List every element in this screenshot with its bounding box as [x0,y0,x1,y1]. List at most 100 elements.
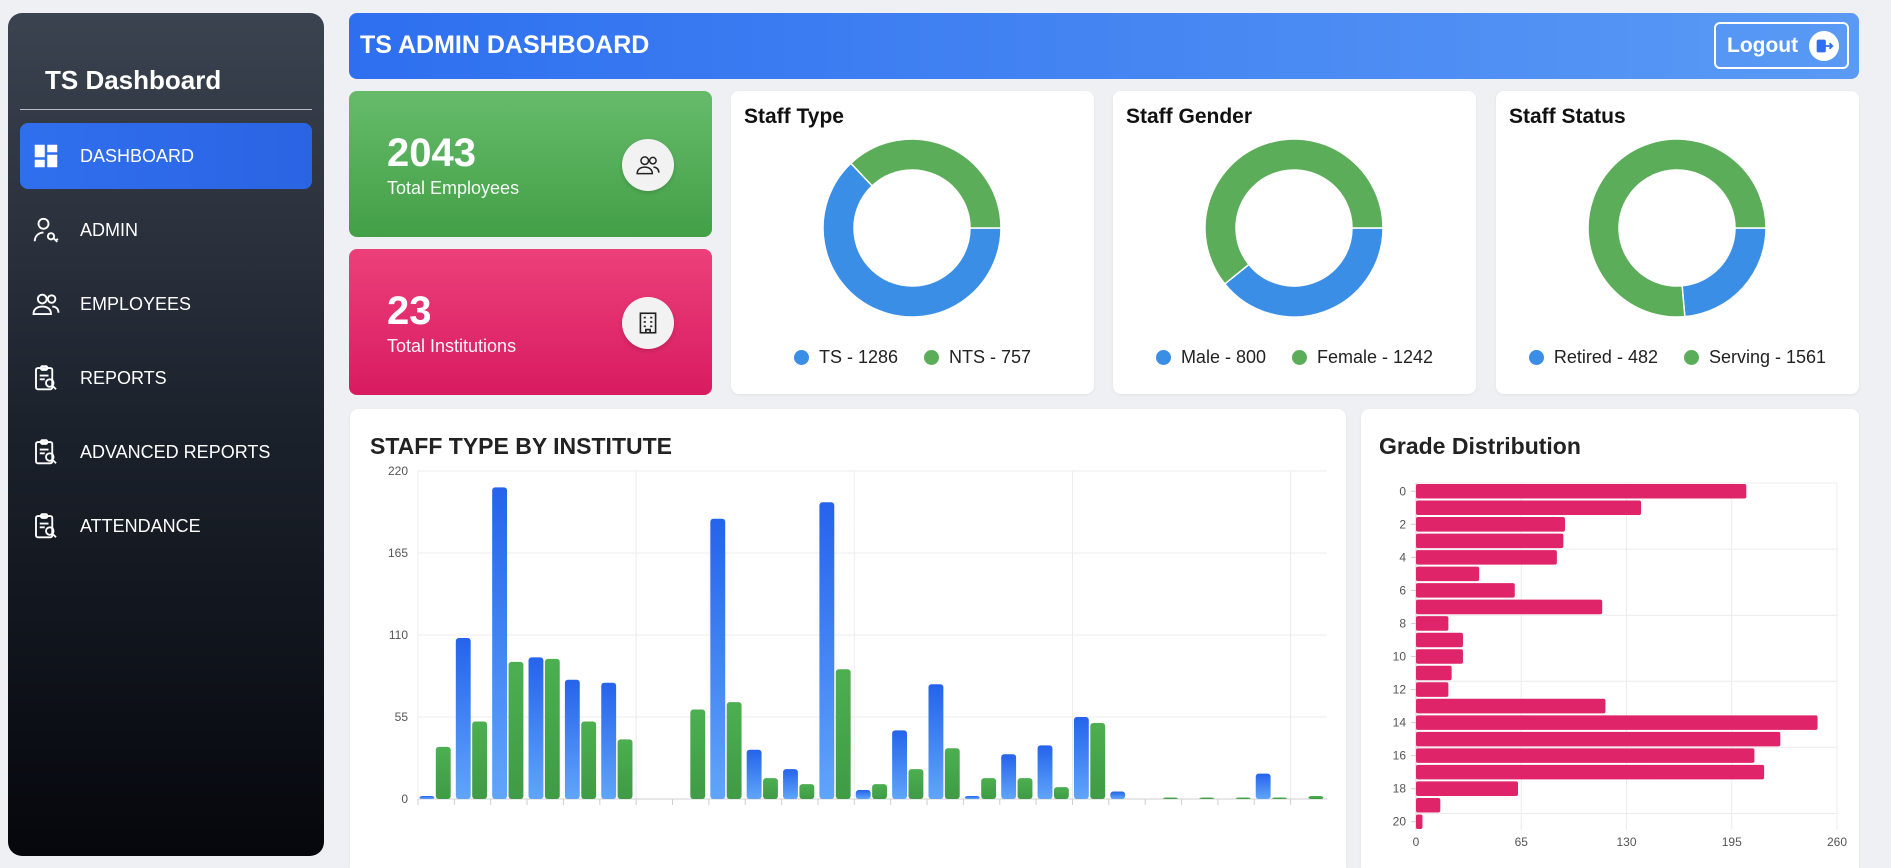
legend-item-male[interactable]: Male - 800 [1155,347,1266,368]
bar[interactable] [928,684,944,799]
bar[interactable] [1416,797,1441,813]
legend-item-female[interactable]: Female - 1242 [1291,347,1433,368]
bar[interactable] [1416,566,1480,582]
bar[interactable] [908,769,924,799]
bar[interactable] [819,502,835,799]
bar[interactable] [1416,500,1642,516]
bar[interactable] [690,709,706,799]
bar[interactable] [1199,797,1215,799]
total-employees-value: 2043 [387,131,476,175]
staff-status-legend: Retired - 482 Serving - 1561 [1496,347,1859,368]
total-institutions-card: 23 Total Institutions [349,249,712,395]
bar[interactable] [1416,682,1449,697]
sidebar-item-label: ADMIN [80,219,138,240]
bar[interactable] [435,746,451,799]
sidebar-item-dashboard[interactable]: DASHBOARD [20,123,312,189]
bar[interactable] [1416,550,1557,565]
bar[interactable] [1416,814,1423,830]
staff-status-title: Staff Status [1509,105,1626,128]
staff-type-donut [822,138,1002,318]
bar[interactable] [892,730,907,799]
grade-distribution-card: Grade Distribution 0 65 130 195 260 0 2 4 6 8 10 12… [1361,409,1859,868]
bar[interactable] [726,702,742,799]
sidebar-item-label: DASHBOARD [80,145,195,166]
x-tick-label: 130 [1616,835,1636,849]
bar[interactable] [1416,731,1781,747]
bar[interactable] [564,679,580,799]
bar[interactable] [508,661,524,799]
bar[interactable] [710,518,726,799]
sidebar-item-attendance[interactable]: ATTENDANCE [20,493,312,559]
legend-item-nts[interactable]: NTS - 757 [924,347,1031,368]
sidebar-item-label: REPORTS [80,367,167,388]
bar[interactable] [1163,797,1178,799]
bar[interactable] [601,682,617,799]
dashboard-icon [30,140,62,172]
bar[interactable] [964,796,980,799]
bar[interactable] [799,784,815,799]
x-tick-label: 0 [1413,835,1420,849]
bar[interactable] [1037,745,1053,799]
x-tick-label: 260 [1827,835,1847,849]
bar[interactable] [1416,517,1565,532]
sidebar-item-employees[interactable]: EMPLOYEES [20,271,312,337]
bar[interactable] [581,721,597,799]
bar[interactable] [1001,754,1017,799]
bar[interactable] [1073,717,1089,799]
bar[interactable] [419,796,435,799]
bar[interactable] [1416,533,1564,549]
bar[interactable] [783,769,798,799]
bar[interactable] [1017,778,1033,799]
bar[interactable] [1053,787,1069,799]
bar[interactable] [1416,649,1463,664]
legend-item-retired[interactable]: Retired - 482 [1528,347,1658,368]
bar[interactable] [981,778,997,799]
clipboard-search-icon [30,362,62,394]
bar[interactable] [1416,599,1603,615]
total-employees-label: Total Employees [387,178,520,198]
donut-slice[interactable] [849,138,1002,229]
donut-slice[interactable] [1681,227,1767,318]
total-institutions-label: Total Institutions [387,336,517,356]
bar[interactable] [544,658,560,799]
bar[interactable] [835,669,851,799]
bar[interactable] [1416,583,1515,598]
bar[interactable] [944,748,960,799]
legend-item-ts[interactable]: TS - 1286 [793,347,898,368]
bar[interactable] [1416,632,1463,648]
sidebar-item-admin[interactable]: ADMIN [20,197,312,263]
bar[interactable] [528,657,544,799]
bar[interactable] [472,721,488,799]
donut-slice[interactable] [1223,227,1384,318]
users-icon [30,288,62,320]
bar[interactable] [763,778,778,799]
bar[interactable] [1416,665,1452,681]
bar[interactable] [1416,483,1747,499]
bar[interactable] [492,487,508,799]
bar[interactable] [1416,764,1765,780]
logout-button[interactable]: Logout [1714,22,1849,69]
bar[interactable] [617,739,633,799]
y-tick-label: 20 [1393,815,1407,829]
bar[interactable] [1255,773,1271,799]
bar[interactable] [1272,797,1287,799]
bar[interactable] [1090,722,1106,799]
bar[interactable] [1416,715,1818,730]
bar[interactable] [855,790,871,799]
y-tick-label: 2 [1399,517,1406,531]
bar[interactable] [1235,797,1251,799]
staff-gender-donut [1204,138,1384,318]
bar[interactable] [1308,796,1324,799]
bar[interactable] [872,784,887,799]
bar[interactable] [1110,791,1126,799]
bar[interactable] [1416,616,1449,631]
sidebar-item-advanced-reports[interactable]: ADVANCED REPORTS [20,419,312,485]
legend-item-serving[interactable]: Serving - 1561 [1683,347,1826,368]
sidebar-item-reports[interactable]: REPORTS [20,345,312,411]
staff-gender-title: Staff Gender [1126,105,1253,128]
bar[interactable] [1416,748,1755,763]
bar[interactable] [455,637,471,799]
bar[interactable] [1416,698,1606,714]
bar[interactable] [746,749,762,799]
bar[interactable] [1416,781,1519,796]
